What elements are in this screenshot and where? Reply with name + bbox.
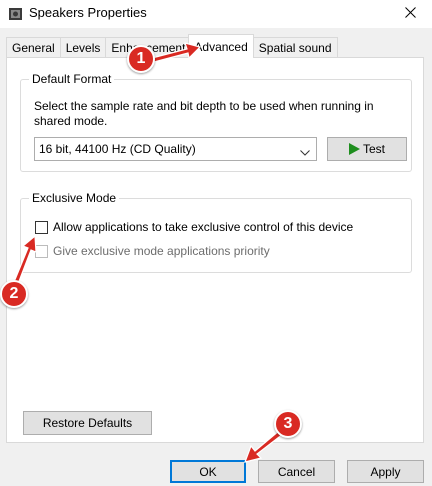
default-format-legend: Default Format [29,72,115,86]
checkbox-box[interactable] [35,244,48,258]
default-format-group: Default Format Select the sample rate an… [20,72,412,172]
apply-button[interactable]: Apply [347,460,424,483]
format-select-value: 16 bit, 44100 Hz (CD Quality) [39,142,196,156]
tab-label: Levels [65,41,101,55]
tab-label: General [12,41,55,55]
step-2-badge: 2 [0,280,28,308]
apply-button-label: Apply [370,464,401,479]
tab-advanced[interactable]: Advanced [188,34,254,58]
close-icon [404,7,416,21]
exclusive-priority-label: Give exclusive mode applications priorit… [53,244,270,258]
default-format-description: Select the sample rate and bit depth to … [34,99,374,128]
tab-label: Advanced [194,39,248,54]
title-bar: Speakers Properties [0,0,432,28]
window-title: Speakers Properties [29,5,147,20]
tab-general[interactable]: General [6,37,61,58]
tab-spatial-sound[interactable]: Spatial sound [252,37,338,58]
step-3-badge: 3 [274,410,302,438]
close-button[interactable] [388,0,432,28]
speaker-icon [9,8,22,20]
allow-exclusive-control-label: Allow applications to take exclusive con… [53,220,354,234]
ok-button[interactable]: OK [170,460,246,483]
cancel-button[interactable]: Cancel [258,460,335,483]
restore-defaults-button[interactable]: Restore Defaults [23,411,152,435]
tab-levels[interactable]: Levels [59,37,107,58]
tab-label: Spatial sound [258,41,332,55]
chevron-down-icon [300,145,310,159]
cancel-button-label: Cancel [277,464,316,479]
allow-exclusive-control-checkbox[interactable]: Allow applications to take exclusive con… [35,220,353,234]
step-1-badge: 1 [127,45,155,73]
exclusive-priority-checkbox[interactable]: Give exclusive mode applications priorit… [35,244,270,258]
checkbox-box[interactable] [35,220,48,234]
exclusive-mode-legend: Exclusive Mode [29,191,120,205]
advanced-tab-panel: Default Format Select the sample rate an… [6,57,424,443]
format-select[interactable]: 16 bit, 44100 Hz (CD Quality) [34,137,317,161]
exclusive-mode-group: Exclusive Mode Allow applications to tak… [20,191,412,273]
play-icon [348,143,360,155]
restore-defaults-label: Restore Defaults [42,416,133,430]
ok-button-label: OK [199,464,217,479]
test-button-label: Test [362,142,385,156]
tab-bar: General Levels Enhancements Advanced Spa… [6,34,338,58]
test-button[interactable]: Test [327,137,407,161]
